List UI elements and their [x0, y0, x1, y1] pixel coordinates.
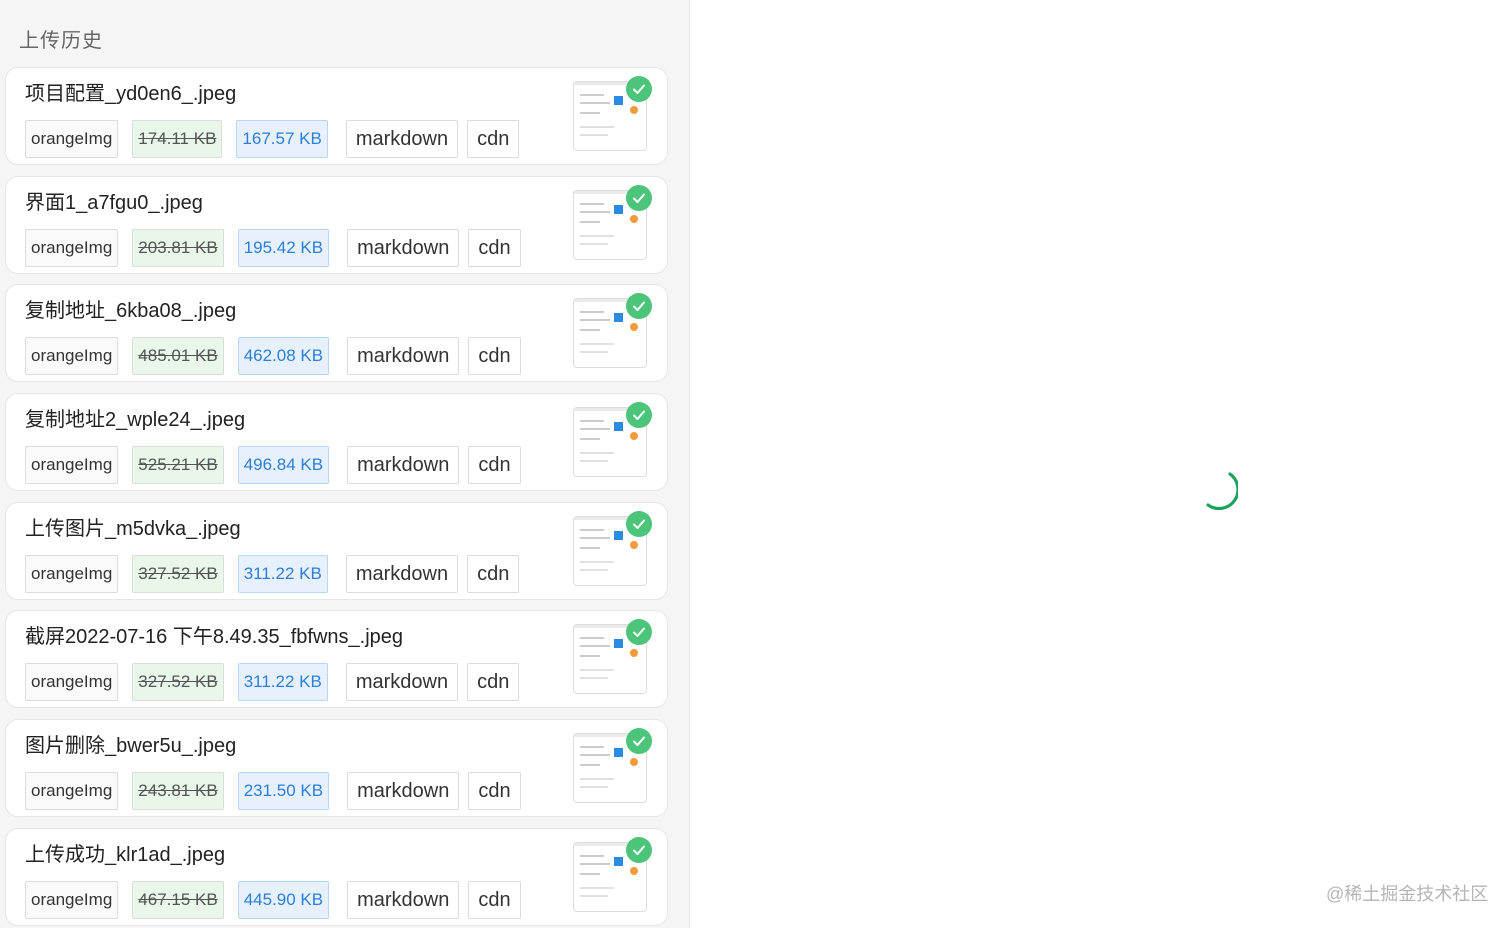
copy-cdn-button[interactable]: cdn: [468, 446, 521, 485]
file-tags: orangeImg 243.81 KB 231.50 KB markdown c…: [25, 772, 530, 811]
history-item: 截屏2022-07-16 下午8.49.35_fbfwns_.jpeg oran…: [5, 610, 668, 709]
compressed-size-tag: 311.22 KB: [237, 554, 328, 593]
original-size-tag: 243.81 KB: [132, 772, 224, 811]
compressed-size-tag: 167.57 KB: [236, 120, 328, 158]
original-size-tag: 467.15 KB: [132, 880, 224, 919]
copy-cdn-button[interactable]: cdn: [468, 880, 521, 919]
copy-cdn-button[interactable]: cdn: [468, 228, 521, 267]
copy-markdown-button[interactable]: markdown: [347, 337, 460, 376]
copy-markdown-button[interactable]: markdown: [345, 120, 459, 158]
file-tags: orangeImg 327.52 KB 311.22 KB markdown c…: [25, 663, 528, 702]
file-tags: orangeImg 174.11 KB 167.57 KB markdown c…: [25, 120, 528, 158]
history-item: 上传图片_m5dvka_.jpeg orangeImg 327.52 KB 31…: [5, 501, 668, 600]
copy-markdown-button[interactable]: markdown: [347, 772, 460, 811]
source-tag: orangeImg: [25, 120, 119, 158]
main-panel: [691, 0, 1512, 928]
check-circle-icon: [626, 76, 652, 102]
app: 上传历史 项目配置_yd0en6_.jpeg orangeImg 174.11 …: [0, 0, 1512, 928]
compressed-size-tag: 462.08 KB: [237, 337, 330, 376]
check-circle-icon: [626, 510, 652, 537]
history-item: 上传成功_klr1ad_.jpeg orangeImg 467.15 KB 44…: [5, 827, 668, 926]
file-name: 上传成功_klr1ad_.jpeg: [25, 843, 226, 866]
copy-cdn-button[interactable]: cdn: [468, 772, 521, 811]
spinner-icon: [1206, 472, 1238, 510]
check-circle-icon: [626, 293, 652, 320]
file-name: 复制地址2_wple24_.jpeg: [25, 409, 246, 432]
compressed-size-tag: 311.22 KB: [237, 663, 328, 702]
file-name: 项目配置_yd0en6_.jpeg: [25, 83, 237, 105]
file-tags: orangeImg 203.81 KB 195.42 KB markdown c…: [25, 228, 530, 267]
history-item: 图片删除_bwer5u_.jpeg orangeImg 243.81 KB 23…: [5, 719, 668, 818]
original-size-tag: 525.21 KB: [132, 446, 224, 485]
file-tags: orangeImg 327.52 KB 311.22 KB markdown c…: [25, 554, 528, 593]
copy-cdn-button[interactable]: cdn: [468, 337, 521, 376]
history-item: 项目配置_yd0en6_.jpeg orangeImg 174.11 KB 16…: [5, 67, 668, 165]
file-name: 图片删除_bwer5u_.jpeg: [25, 735, 237, 758]
sidebar-title: 上传历史: [19, 30, 103, 52]
source-tag: orangeImg: [25, 337, 119, 376]
original-size-tag: 174.11 KB: [132, 120, 223, 158]
check-circle-icon: [626, 184, 652, 211]
copy-markdown-button[interactable]: markdown: [347, 228, 460, 267]
check-circle-icon: [626, 402, 652, 429]
history-item: 复制地址2_wple24_.jpeg orangeImg 525.21 KB 4…: [5, 393, 668, 492]
source-tag: orangeImg: [25, 554, 119, 593]
watermark: @稀土掘金技术社区: [1326, 884, 1489, 904]
compressed-size-tag: 445.90 KB: [237, 880, 330, 919]
source-tag: orangeImg: [25, 880, 119, 919]
file-name: 截屏2022-07-16 下午8.49.35_fbfwns_.jpeg: [25, 626, 404, 649]
copy-markdown-button[interactable]: markdown: [347, 446, 460, 485]
compressed-size-tag: 195.42 KB: [237, 228, 330, 267]
original-size-tag: 327.52 KB: [132, 663, 224, 702]
source-tag: orangeImg: [25, 446, 119, 485]
check-circle-icon: [626, 836, 652, 863]
compressed-size-tag: 231.50 KB: [237, 772, 330, 811]
source-tag: orangeImg: [25, 663, 119, 702]
file-name: 复制地址_6kba08_.jpeg: [25, 300, 237, 323]
check-circle-icon: [626, 619, 652, 646]
history-item: 界面1_a7fgu0_.jpeg orangeImg 203.81 KB 195…: [5, 175, 668, 274]
copy-cdn-button[interactable]: cdn: [467, 554, 520, 593]
copy-cdn-button[interactable]: cdn: [467, 663, 520, 702]
original-size-tag: 203.81 KB: [132, 228, 224, 267]
copy-cdn-button[interactable]: cdn: [467, 120, 520, 158]
original-size-tag: 327.52 KB: [132, 554, 224, 593]
upload-history-sidebar: 上传历史 项目配置_yd0en6_.jpeg orangeImg 174.11 …: [0, 0, 690, 928]
check-circle-icon: [626, 728, 652, 755]
file-name: 界面1_a7fgu0_.jpeg: [25, 191, 203, 214]
copy-markdown-button[interactable]: markdown: [347, 880, 460, 919]
file-tags: orangeImg 485.01 KB 462.08 KB markdown c…: [25, 337, 530, 376]
file-name: 上传图片_m5dvka_.jpeg: [25, 517, 241, 540]
file-tags: orangeImg 467.15 KB 445.90 KB markdown c…: [25, 880, 530, 919]
original-size-tag: 485.01 KB: [132, 337, 224, 376]
file-tags: orangeImg 525.21 KB 496.84 KB markdown c…: [25, 446, 530, 485]
copy-markdown-button[interactable]: markdown: [345, 663, 459, 702]
copy-markdown-button[interactable]: markdown: [345, 554, 459, 593]
source-tag: orangeImg: [25, 228, 119, 267]
history-list: 项目配置_yd0en6_.jpeg orangeImg 174.11 KB 16…: [5, 67, 668, 928]
compressed-size-tag: 496.84 KB: [237, 446, 330, 485]
source-tag: orangeImg: [25, 772, 119, 811]
history-item: 复制地址_6kba08_.jpeg orangeImg 485.01 KB 46…: [5, 284, 668, 383]
